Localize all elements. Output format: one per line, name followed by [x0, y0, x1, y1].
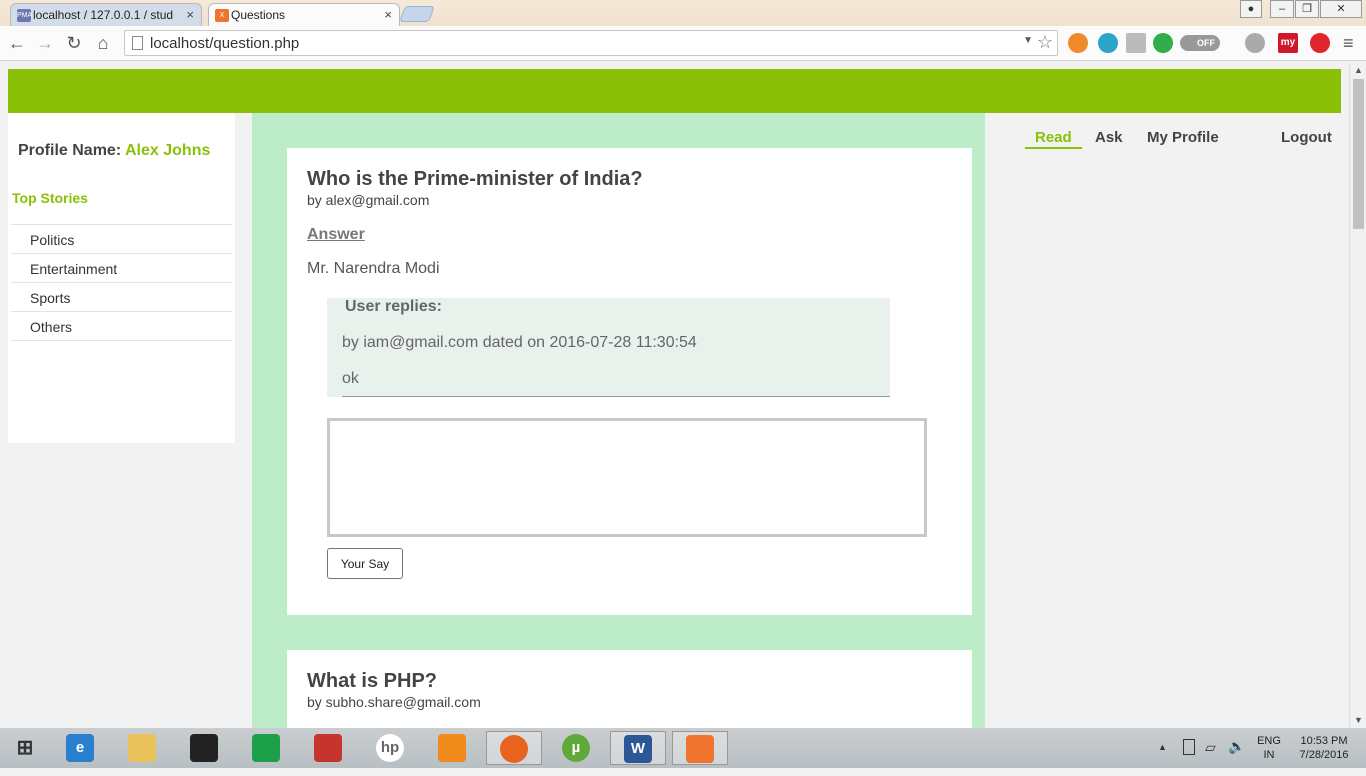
reply-textarea[interactable] [327, 418, 927, 537]
profile-name: Alex Johns [125, 142, 211, 159]
sidebar: Profile Name: Alex Johns Top Stories Pol… [8, 113, 235, 443]
taskbar: ⊞ e hp µ W ▲ ▱ 🔈 ENG IN 10:53 PM 7/28/20… [0, 728, 1366, 768]
reload-icon[interactable]: ↻ [63, 32, 85, 54]
internet-explorer-icon[interactable]: e [52, 731, 108, 765]
scroll-down-arrow-icon[interactable]: ▼ [1354, 715, 1363, 725]
answer-label[interactable]: Answer [307, 226, 365, 244]
avast-icon[interactable] [424, 731, 480, 765]
nav-ask[interactable]: Ask [1095, 129, 1123, 146]
file-explorer-icon[interactable] [114, 731, 170, 765]
site-header-bar [8, 69, 1341, 113]
tab-label: Questions [231, 8, 286, 22]
user-replies-box: User replies: by iam@gmail.com dated on … [327, 298, 890, 397]
category-politics[interactable]: Politics [11, 225, 232, 254]
download-manager-icon[interactable] [1153, 33, 1173, 53]
photo-app-icon[interactable] [300, 731, 356, 765]
question-title: Who is the Prime-minister of India? [307, 168, 643, 190]
word-icon[interactable]: W [610, 731, 666, 765]
window-close-button[interactable]: ✕ [1320, 0, 1362, 18]
network-icon[interactable]: ▱ [1205, 739, 1216, 756]
user-profile-icon[interactable]: ● [1240, 0, 1262, 18]
answer-text: Mr. Narendra Modi [307, 260, 440, 277]
xampp-icon[interactable] [672, 731, 728, 765]
utorrent-icon[interactable]: µ [548, 731, 604, 765]
hp-icon[interactable]: hp [362, 731, 418, 765]
close-tab-icon[interactable]: × [186, 7, 194, 22]
extension-icon[interactable] [1245, 33, 1265, 53]
show-hidden-icons[interactable]: ▲ [1158, 742, 1167, 752]
scrollbar-thumb[interactable] [1353, 79, 1364, 229]
nav-logout[interactable]: Logout [1281, 129, 1332, 146]
back-arrow-icon[interactable]: ← [6, 32, 28, 54]
input-language[interactable]: ENG IN [1252, 734, 1286, 762]
region-code: IN [1263, 749, 1275, 761]
question-author: by subho.share@gmail.com [307, 694, 481, 710]
category-list: Politics Entertainment Sports Others [11, 224, 232, 341]
reply-text: ok [342, 370, 359, 387]
question-card: What is PHP? by subho.share@gmail.com [287, 650, 972, 728]
reply-meta: by iam@gmail.com dated on 2016-07-28 11:… [342, 334, 697, 351]
windows-start-icon[interactable]: ⊞ [0, 731, 50, 765]
new-tab-button[interactable] [399, 6, 435, 22]
nav-my-profile[interactable]: My Profile [1147, 129, 1219, 146]
category-entertainment[interactable]: Entertainment [11, 254, 232, 283]
tab-phpmyadmin[interactable]: PMA localhost / 127.0.0.1 / stud × [10, 3, 202, 26]
question-title: What is PHP? [307, 670, 438, 692]
xampp-icon: X [215, 9, 229, 22]
question-author: by alex@gmail.com [307, 192, 430, 208]
category-others[interactable]: Others [11, 312, 232, 341]
tab-questions[interactable]: X Questions × [208, 3, 400, 26]
url-text[interactable]: localhost/question.php [150, 35, 299, 52]
restore-button[interactable]: ❐ [1295, 0, 1319, 18]
clock-date: 7/28/2016 [1299, 749, 1349, 761]
nav-read[interactable]: Read [1025, 129, 1082, 149]
close-tab-icon[interactable]: × [384, 7, 392, 22]
menu-icon[interactable]: ≡ [1343, 33, 1354, 54]
media-player-icon[interactable] [176, 731, 232, 765]
reply-divider [342, 396, 890, 397]
profile-label: Profile Name: [18, 142, 122, 159]
clock[interactable]: 10:53 PM 7/28/2016 [1292, 734, 1356, 762]
battery-icon[interactable] [1183, 739, 1195, 755]
browser-tab-strip: PMA localhost / 127.0.0.1 / stud × X Que… [0, 0, 1366, 26]
page-viewport: Profile Name: Alex Johns Top Stories Pol… [0, 62, 1366, 728]
vertical-scrollbar[interactable]: ▲ ▼ [1349, 62, 1366, 728]
scroll-up-arrow-icon[interactable]: ▲ [1354, 65, 1363, 75]
home-icon[interactable]: ⌂ [92, 32, 114, 54]
top-navigation: Read Ask My Profile Logout [985, 113, 1341, 153]
tab-label: localhost / 127.0.0.1 / stud [33, 8, 174, 22]
forward-arrow-icon[interactable]: → [34, 32, 56, 54]
store-icon[interactable] [238, 731, 294, 765]
dropdown-arrow-icon[interactable]: ▼ [1023, 35, 1033, 46]
minimize-button[interactable]: – [1270, 0, 1294, 18]
replies-title: User replies: [345, 298, 442, 315]
question-card: Who is the Prime-minister of India? by a… [287, 148, 972, 615]
profile-line: Profile Name: Alex Johns [18, 142, 210, 160]
volume-icon[interactable]: 🔈 [1228, 738, 1245, 755]
language-code: ENG [1257, 735, 1281, 747]
extension-icon[interactable] [1068, 33, 1088, 53]
firefox-icon[interactable] [486, 731, 542, 765]
download-icon[interactable] [1126, 33, 1146, 53]
page-icon [132, 36, 143, 50]
phpmyadmin-icon: PMA [17, 9, 32, 22]
address-bar[interactable]: localhost/question.php ▼ ☆ [124, 30, 1058, 56]
questions-feed: Who is the Prime-minister of India? by a… [252, 113, 985, 728]
toggle-switch[interactable]: OFF [1180, 35, 1220, 51]
bookmark-star-icon[interactable]: ☆ [1037, 32, 1053, 53]
headphones-icon[interactable] [1098, 33, 1118, 53]
my-extension-icon[interactable]: my [1278, 33, 1298, 53]
clock-time: 10:53 PM [1300, 735, 1348, 747]
top-stories-heading: Top Stories [12, 190, 88, 206]
category-sports[interactable]: Sports [11, 283, 232, 312]
your-say-button[interactable]: Your Say [327, 548, 403, 579]
opera-icon[interactable] [1310, 33, 1330, 53]
